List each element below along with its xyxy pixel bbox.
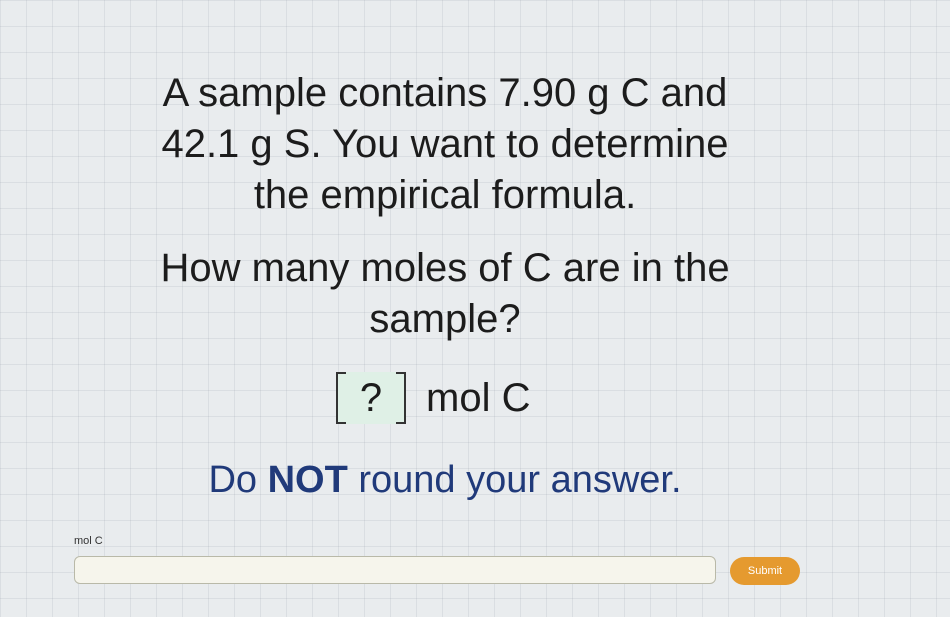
answer-input[interactable] [74,556,716,584]
problem-line: A sample contains 7.90 g C and [162,71,728,115]
problem-line: the empirical formula. [253,173,637,217]
answer-placeholder-text: ? [359,375,383,420]
input-unit-label: mol C [74,535,103,547]
question-line: How many moles of C are in the [160,246,730,290]
submit-button[interactable]: Submit [730,557,800,585]
question-prompt: How many moles of C are in the sample? [110,243,780,345]
answer-placeholder-box: ? [336,372,406,424]
answer-template: ? mol C [336,372,530,424]
instruction-prefix: Do [208,459,268,501]
instruction-emphasis: NOT [267,459,348,501]
problem-statement: A sample contains 7.90 g C and 42.1 g S.… [110,68,780,221]
answer-unit: mol C [426,375,531,420]
question-line: sample? [369,297,521,341]
rounding-instruction: Do NOT round your answer. [110,456,780,504]
problem-line: 42.1 g S. You want to determine [161,122,729,166]
instruction-suffix: round your answer. [347,459,682,501]
